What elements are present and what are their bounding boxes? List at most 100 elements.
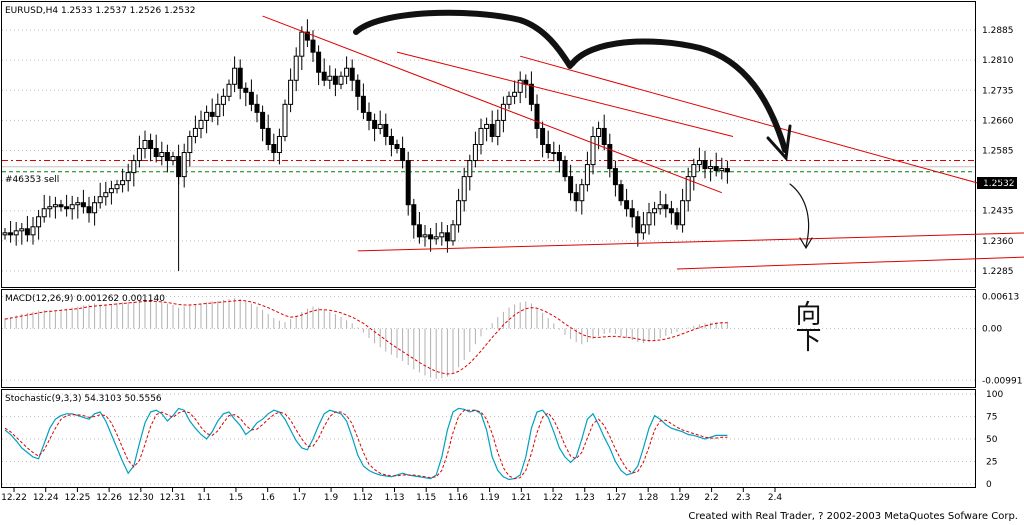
candle-bear xyxy=(265,127,271,145)
candle-bull xyxy=(640,224,646,234)
candle-bear xyxy=(528,83,534,105)
candles-group xyxy=(2,19,730,271)
x-tick-label: 1.22 xyxy=(543,493,563,503)
candle-bear xyxy=(332,75,338,85)
candle-bear xyxy=(64,206,70,210)
candle-bull xyxy=(170,156,176,162)
candle-bear xyxy=(316,51,322,73)
x-tick-label: 1.7 xyxy=(292,493,306,503)
candle-bear xyxy=(444,232,450,242)
x-tick-label: 2.3 xyxy=(736,493,750,503)
candle-bear xyxy=(86,206,92,214)
candle-bull xyxy=(92,202,98,214)
candle-bear xyxy=(248,91,254,105)
candle-bull xyxy=(288,79,294,105)
candle-bull xyxy=(13,230,19,236)
annotation-handwriting: 向下 xyxy=(791,300,821,352)
candle-bull xyxy=(103,192,109,198)
x-tick-label: 1.16 xyxy=(448,493,468,503)
candle-bull xyxy=(657,204,663,210)
candle-bear xyxy=(400,148,406,162)
x-tick-label: 1.6 xyxy=(261,493,276,503)
candle-bull xyxy=(299,31,305,57)
candle-bear xyxy=(349,67,355,81)
candle-bear xyxy=(618,184,624,202)
candle-bull xyxy=(377,123,383,129)
candle-bull xyxy=(495,119,501,137)
x-tick-label: 1.13 xyxy=(384,493,404,503)
candle-bear xyxy=(260,111,266,129)
candle-bear xyxy=(80,202,86,208)
candle-bull xyxy=(456,200,462,226)
candle-bear xyxy=(428,234,434,240)
candle-bear xyxy=(556,152,562,162)
candle-bear xyxy=(545,144,551,154)
candle-bull xyxy=(226,83,232,97)
candle-bull xyxy=(512,91,518,97)
candle-bull xyxy=(142,139,148,150)
candle-bear xyxy=(568,176,574,194)
macd-pane-title: MACD(12,26,9) 0.001262 0.001140 xyxy=(5,294,165,304)
x-tick-label: 12.26 xyxy=(96,493,122,503)
candle-bull xyxy=(506,95,512,105)
x-tick-label: 1.1 xyxy=(197,493,211,503)
main-pane-frame xyxy=(1,1,976,288)
stoch-y-tick-label: 50 xyxy=(986,435,998,445)
candle-bear xyxy=(24,228,30,236)
candle-bear xyxy=(674,212,680,226)
candle-bull xyxy=(181,152,187,178)
candle-bull xyxy=(596,127,602,137)
x-tick-label: 12.25 xyxy=(65,493,91,503)
candle-bull xyxy=(478,127,484,145)
x-tick-label: 1.9 xyxy=(324,493,339,503)
candle-bull xyxy=(69,204,75,210)
candle-bull xyxy=(41,208,47,218)
x-tick-label: 12.31 xyxy=(160,493,186,503)
candle-bear xyxy=(663,204,669,210)
main-y-axis: 1.2885 1.2810 1.2735 1.2660 1.2585 1.2510 1.24… xyxy=(982,26,1014,277)
candle-bull xyxy=(75,202,81,206)
candle-bull xyxy=(108,188,114,194)
x-tick-label: 1.5 xyxy=(229,493,243,503)
candle-bull xyxy=(215,103,221,117)
candle-bear xyxy=(383,123,389,137)
candle-bear xyxy=(321,71,327,81)
candle-bear xyxy=(355,79,361,97)
x-tick-label: 2.2 xyxy=(704,493,718,503)
candle-bear xyxy=(635,216,641,234)
candle-bull xyxy=(484,123,490,129)
candle-bull xyxy=(131,160,137,174)
main-y-tick-label: 1.2435 xyxy=(982,207,1014,217)
stoch-y-tick-label: 75 xyxy=(986,413,997,423)
main-y-tick-label: 1.2360 xyxy=(982,237,1014,247)
candle-bear xyxy=(624,200,630,210)
chart-canvas: 向下 EURUSD,H4 1.2533 1.2537 1.2526 1.2532… xyxy=(1,1,1024,503)
x-tick-label: 12.22 xyxy=(1,493,27,503)
macd-group xyxy=(4,298,728,379)
candle-bear xyxy=(702,160,708,170)
candle-bear xyxy=(607,144,613,170)
candle-bull xyxy=(450,224,456,242)
candle-bull xyxy=(579,184,585,202)
candle-bull xyxy=(232,67,238,85)
candle-bull xyxy=(187,135,193,154)
chart-window: 向下 EURUSD,H4 1.2533 1.2537 1.2526 1.2532… xyxy=(0,0,1024,525)
x-tick-label: 12.30 xyxy=(128,493,154,503)
candle-bull xyxy=(338,75,344,85)
candle-bull xyxy=(344,67,350,77)
candle-bear xyxy=(489,123,495,137)
candle-bull xyxy=(646,212,652,226)
candle-bear xyxy=(148,139,154,150)
stoch-y-tick-label: 25 xyxy=(986,458,997,468)
candle-bear xyxy=(713,166,719,172)
candle-bull xyxy=(517,79,523,93)
macd-signal-line xyxy=(4,299,728,375)
candle-bull xyxy=(198,119,204,129)
candle-bull xyxy=(136,148,142,162)
candle-bear xyxy=(254,103,260,113)
main-y-tick-label: 1.2660 xyxy=(982,116,1014,126)
candle-bear xyxy=(164,152,170,162)
main-y-tick-label: 1.2885 xyxy=(982,26,1014,36)
candle-bear xyxy=(8,232,14,236)
candle-bull xyxy=(120,180,126,186)
